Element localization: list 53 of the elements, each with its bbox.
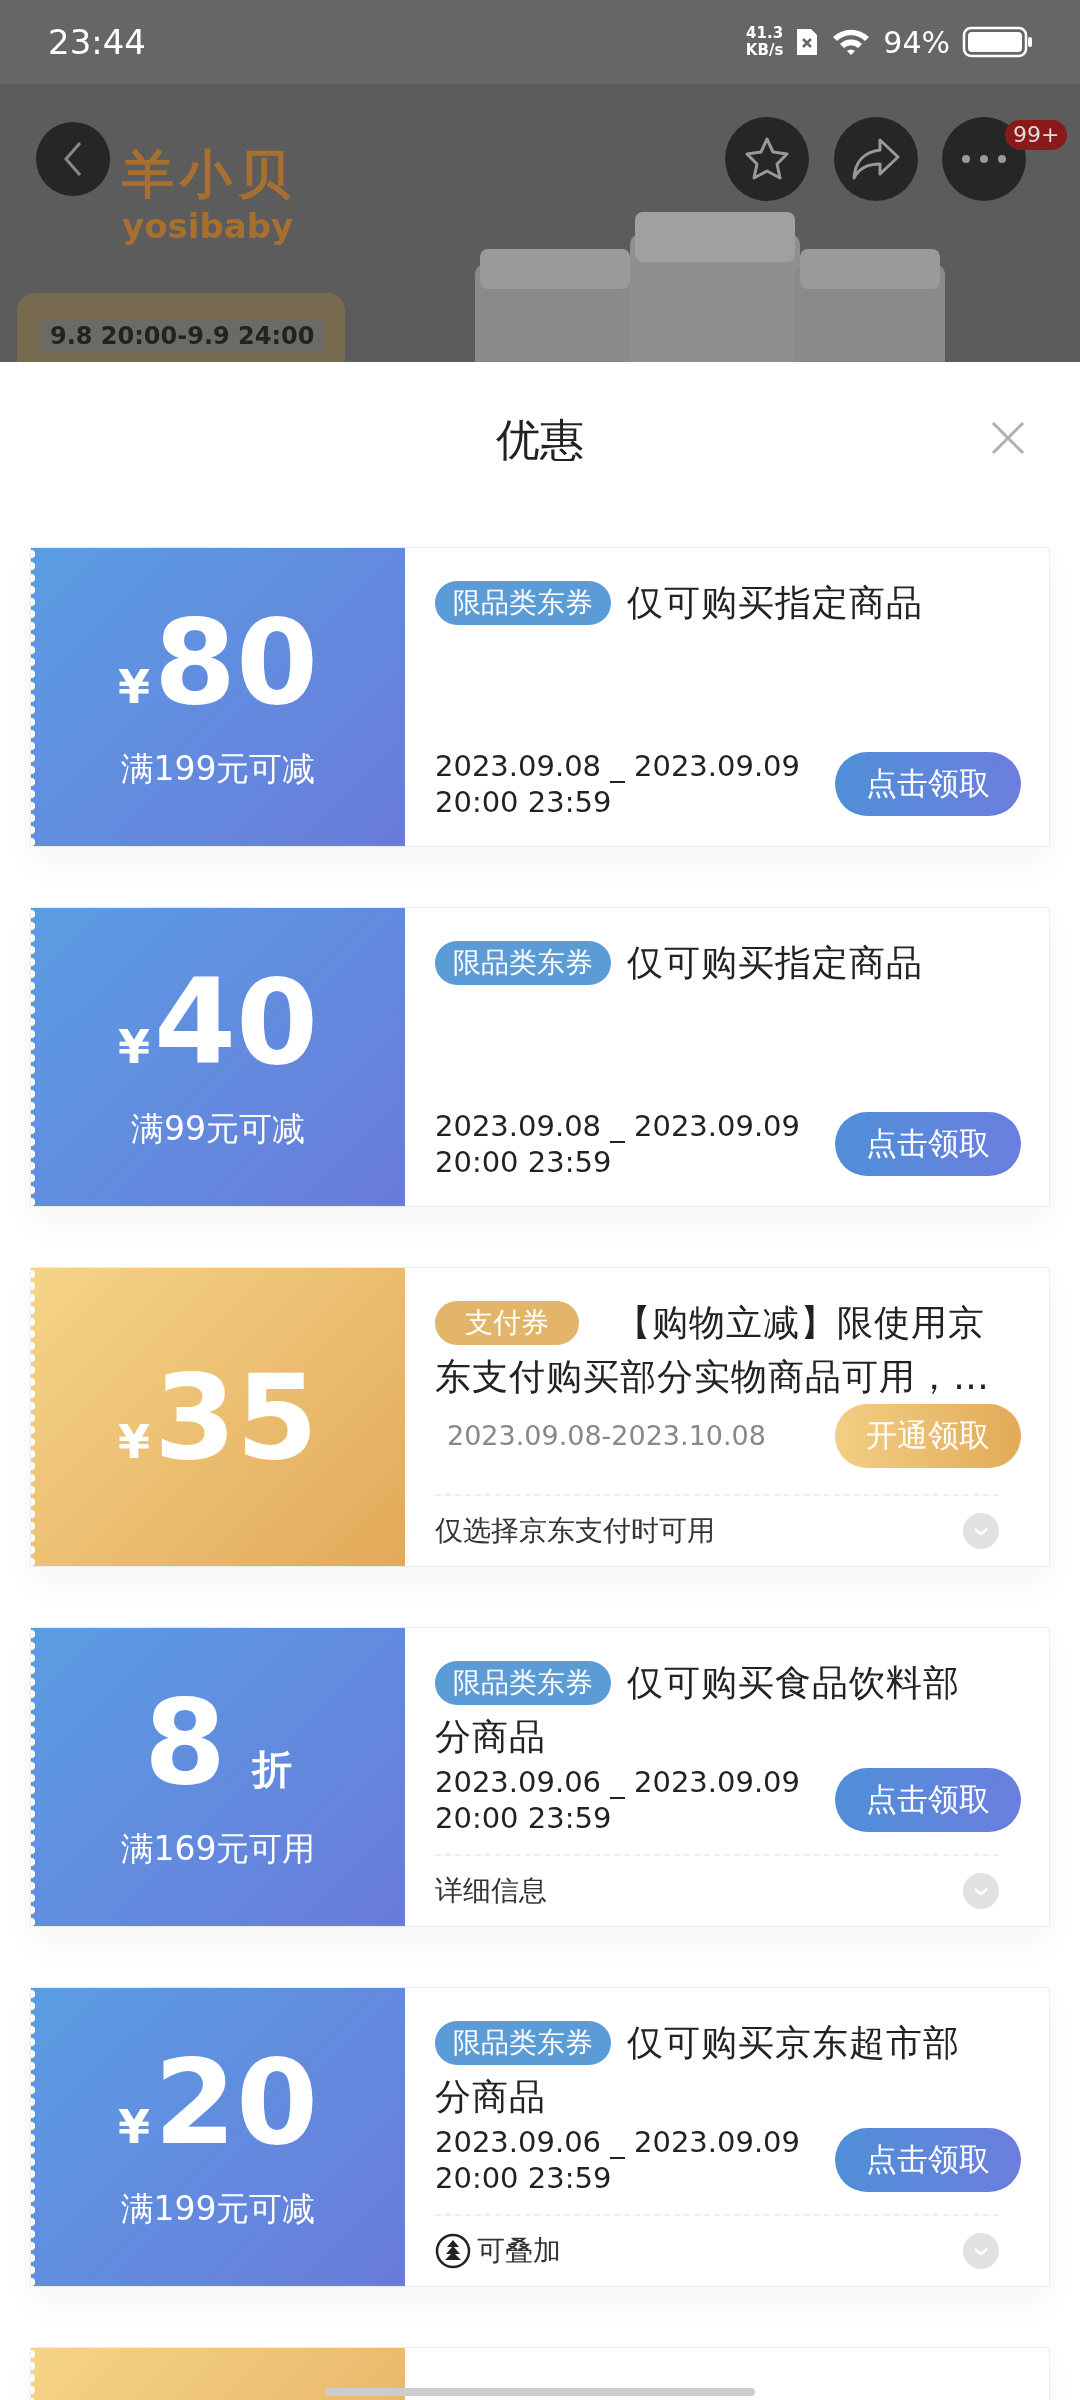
- discount-amount: ¥80: [117, 602, 319, 721]
- discount-amount: ¥35: [117, 1358, 319, 1476]
- usage-condition: 满199元可减: [120, 2187, 316, 2230]
- network-speed: 41.3 KB/s: [745, 25, 784, 59]
- validity-dates: 2023.09.08-2023.10.08: [446, 1419, 766, 1453]
- wifi-icon: [831, 27, 872, 57]
- coupon-title: 仅可购买京东超市部: [627, 2021, 960, 2065]
- close-icon[interactable]: [990, 420, 1026, 456]
- usage-condition: 满199元可减: [120, 747, 316, 790]
- promo-time: 9.8 20:00-9.9 24:00: [40, 320, 325, 352]
- claim-button[interactable]: 点击领取: [835, 1112, 1021, 1176]
- coupon-note: 仅选择京东支付时可用: [435, 1513, 715, 1549]
- coupon-type-tag: 限品类东券: [435, 2021, 611, 2065]
- battery-level: 94%: [883, 24, 950, 60]
- coupon-note: 可叠加: [477, 2233, 561, 2269]
- validity-dates: 2023.09.08 _ 2023.09.09 20:00 23:59: [435, 1108, 801, 1180]
- validity-dates: 2023.09.08 _ 2023.09.09 20:00 23:59: [435, 748, 801, 820]
- discount-amount: ¥20: [117, 2042, 319, 2161]
- coupon-note: 详细信息: [435, 1873, 547, 1909]
- coupon-title: 东支付购买部分实物商品可用，…: [435, 1355, 990, 1399]
- claim-button[interactable]: 开通领取: [835, 1404, 1021, 1468]
- claim-button[interactable]: 点击领取: [835, 752, 1021, 816]
- expand-icon[interactable]: [963, 1873, 999, 1909]
- battery-icon: [962, 26, 1034, 58]
- coupon-type-tag: 限品类东券: [435, 581, 611, 625]
- coupon-title: 分商品: [435, 1715, 546, 1759]
- validity-dates: 2023.09.06 _ 2023.09.09 20:00 23:59: [435, 1764, 801, 1836]
- more-icon: [959, 154, 1009, 164]
- expand-icon[interactable]: [963, 2233, 999, 2269]
- claim-button[interactable]: 点击领取: [835, 1768, 1021, 1832]
- coupon-title: 【购物立减】限使用京: [615, 1301, 985, 1345]
- brand-logo-text: yosibaby: [122, 206, 294, 246]
- discount-amount: ¥40: [117, 962, 319, 1081]
- brand-logo: 羊小贝: [122, 144, 296, 204]
- coupon-title: 分商品: [435, 2075, 546, 2119]
- usage-condition: 满99元可减: [131, 1107, 305, 1150]
- coupon-type-tag: 限品类东券: [435, 1661, 611, 1705]
- share-icon: [850, 136, 902, 182]
- status-time: 23:44: [48, 22, 146, 62]
- expand-icon[interactable]: [963, 1513, 999, 1549]
- notification-badge: 99+: [1005, 120, 1068, 150]
- coupon-title: 仅可购买指定商品: [627, 581, 923, 625]
- stack-icon: [435, 2233, 471, 2269]
- discount-amount: 8 折: [143, 1682, 293, 1801]
- validity-dates: 2023.09.06 _ 2023.09.09 20:00 23:59: [435, 2124, 801, 2196]
- usage-condition: 满169元可用: [120, 1827, 316, 1870]
- coupon-type-tag: 限品类东券: [435, 941, 611, 985]
- coupon-title: 仅可购买食品饮料部: [627, 1661, 960, 1705]
- claim-button[interactable]: 点击领取: [835, 2128, 1021, 2192]
- sim-icon: [795, 27, 820, 57]
- coupon-type-tag: 支付券: [435, 1301, 579, 1345]
- sheet-title: 优惠: [496, 412, 584, 467]
- coupon-title: 仅可购买指定商品: [627, 941, 923, 985]
